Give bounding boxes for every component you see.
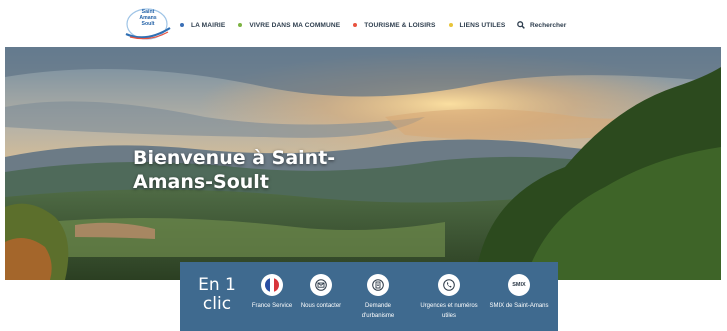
- france-flag-icon: [261, 274, 283, 296]
- quick-link-label: Nous contacter: [300, 303, 342, 309]
- nav-dot-icon: [448, 23, 453, 27]
- quick-link-label: SMIX de Saint-Amans: [489, 303, 549, 309]
- nav-item-label: LIENS UTILES: [459, 21, 506, 29]
- quick-link-demande-urbanisme[interactable]: Demande d'urbanisme: [348, 274, 408, 321]
- nav-item-vivre-dans-ma-commune[interactable]: VIVRE DANS MA COMMUNE: [238, 22, 340, 29]
- hero-banner: Bienvenue à Saint-Amans-Soult: [5, 47, 721, 280]
- envelope-icon: [310, 274, 332, 296]
- quick-link-smix[interactable]: SMIX SMIX de Saint-Amans: [489, 274, 549, 312]
- quick-link-label: Demande d'urbanisme: [361, 303, 395, 319]
- nav-item-liens-utiles[interactable]: LIENS UTILES: [448, 21, 506, 29]
- smix-icon: SMIX: [508, 274, 530, 296]
- search-label: Rechercher: [530, 21, 567, 29]
- nav-item-label: LA MAIRIE: [191, 21, 226, 29]
- nav-item-tourisme-loisirs[interactable]: TOURISME & LOISIRS: [353, 22, 435, 29]
- phone-icon: [438, 274, 460, 296]
- hero-title: Bienvenue à Saint-Amans-Soult: [133, 147, 336, 193]
- nav-dot-icon: [238, 23, 243, 27]
- nav-dot-icon: [180, 23, 184, 27]
- search-icon: [517, 21, 525, 29]
- nav-dot-icon: [353, 23, 358, 27]
- quick-access-bar: En 1 clic France Service Nous contacter: [180, 262, 558, 331]
- logo-text: Saint Amans Soult: [139, 9, 157, 27]
- site-header: Saint Amans Soult LA MAIRIE VIVRE DANS M…: [0, 0, 727, 47]
- document-icon: [367, 274, 389, 296]
- quick-link-urgences[interactable]: Urgences et numéros utiles: [419, 274, 479, 321]
- main-nav: LA MAIRIE VIVRE DANS MA COMMUNE TOURISME…: [180, 19, 518, 31]
- nav-item-la-mairie[interactable]: LA MAIRIE: [180, 22, 225, 29]
- nav-item-label: VIVRE DANS MA COMMUNE: [249, 21, 341, 29]
- quick-link-nous-contacter[interactable]: Nous contacter: [291, 274, 351, 312]
- search-button[interactable]: Rechercher: [517, 19, 566, 31]
- quick-link-label: Urgences et numéros utiles: [420, 303, 478, 319]
- nav-item-label: TOURISME & LOISIRS: [364, 21, 436, 29]
- site-logo[interactable]: Saint Amans Soult: [124, 7, 174, 41]
- quick-access-title: En 1 clic: [198, 275, 236, 314]
- smix-icon-text: SMIX: [512, 282, 526, 288]
